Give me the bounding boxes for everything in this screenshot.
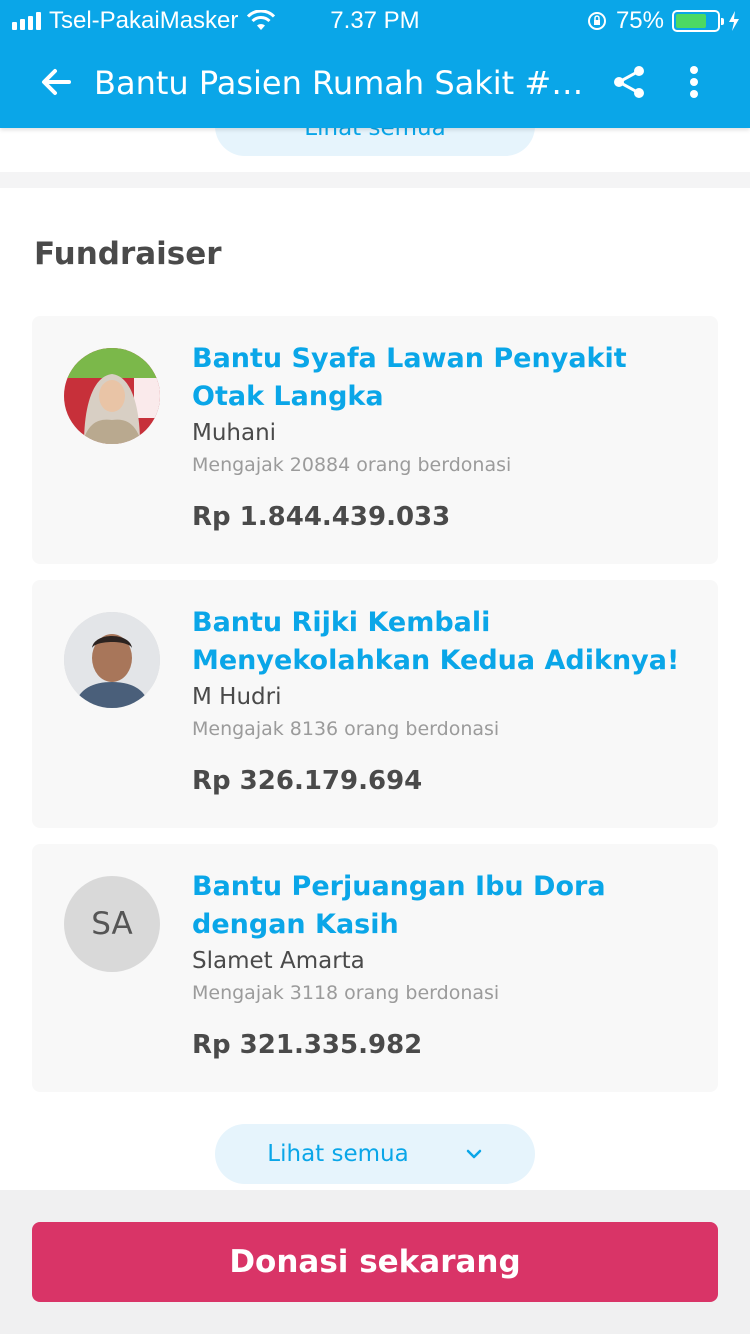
bottom-bar: Donasi sekarang: [0, 1190, 750, 1334]
avatar-initials: SA: [64, 876, 160, 972]
fundraiser-card[interactable]: Bantu Syafa Lawan Penyakit Otak Langka M…: [32, 316, 718, 564]
chevron-down-icon: [466, 1149, 481, 1159]
fundraiser-card[interactable]: SA Bantu Perjuangan Ibu Dora dengan Kasi…: [32, 844, 718, 1092]
invited-count: Mengajak 20884 orang berdonasi: [192, 454, 512, 476]
avatar-photo: [64, 348, 160, 444]
arrow-left-icon[interactable]: [36, 62, 76, 102]
top-bar: Tsel-PakaiMasker 7.37 PM 75% Bantu Pasie…: [0, 0, 750, 128]
fundraiser-name: Muhani: [192, 420, 277, 446]
campaign-title[interactable]: Bantu Rijki Kembali Menyekolahkan Kedua …: [192, 604, 692, 680]
avatar-photo: [64, 612, 160, 708]
battery-fill: [676, 14, 706, 28]
status-right: 75%: [586, 7, 740, 35]
section-title: Fundraiser: [34, 236, 222, 272]
campaign-title[interactable]: Bantu Perjuangan Ibu Dora dengan Kasih: [192, 868, 692, 944]
fundraiser-name: Slamet Amarta: [192, 948, 365, 974]
charging-icon: [729, 11, 739, 31]
see-all-label: Lihat semua: [267, 1141, 409, 1167]
donate-now-button[interactable]: Donasi sekarang: [32, 1222, 718, 1302]
avatar: [64, 612, 160, 708]
status-bar: Tsel-PakaiMasker 7.37 PM 75%: [0, 0, 750, 40]
orientation-lock-icon: [587, 12, 606, 30]
invited-count: Mengajak 8136 orang berdonasi: [192, 718, 500, 740]
battery-percent: 75%: [615, 7, 664, 34]
section-divider: [0, 172, 750, 188]
page-title: Bantu Pasien Rumah Sakit #B...: [94, 64, 594, 102]
raised-amount: Rp 321.335.982: [192, 1030, 423, 1060]
campaign-title[interactable]: Bantu Syafa Lawan Penyakit Otak Langka: [192, 340, 692, 416]
share-icon[interactable]: [610, 62, 650, 102]
avatar: [64, 348, 160, 444]
battery-icon: [672, 10, 724, 32]
fundraiser-card[interactable]: Bantu Rijki Kembali Menyekolahkan Kedua …: [32, 580, 718, 828]
raised-amount: Rp 1.844.439.033: [192, 502, 451, 532]
app-bar: Bantu Pasien Rumah Sakit #B...: [0, 40, 750, 128]
invited-count: Mengajak 3118 orang berdonasi: [192, 982, 500, 1004]
fundraiser-name: M Hudri: [192, 684, 282, 710]
see-all-button[interactable]: Lihat semua: [215, 1124, 535, 1184]
more-vertical-icon[interactable]: [680, 62, 708, 102]
raised-amount: Rp 326.179.694: [192, 766, 423, 796]
